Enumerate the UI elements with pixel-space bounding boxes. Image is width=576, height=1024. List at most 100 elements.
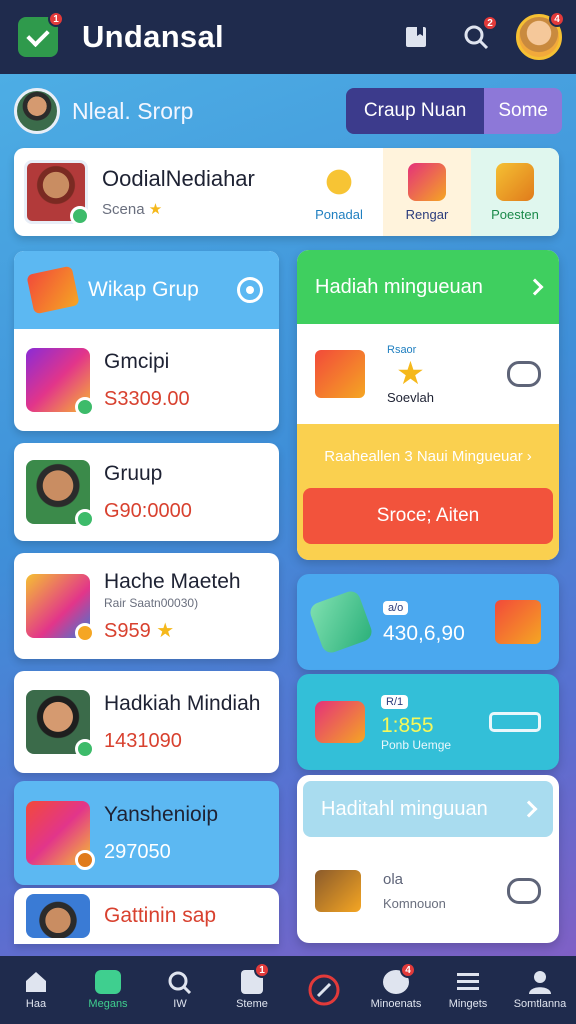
nav-iw-label: IW [173,998,187,1010]
item-thumbnail [26,801,95,870]
nav-megans-label: Megans [88,998,128,1010]
gift-box-icon [26,265,80,315]
left-group-title: Wikap Grup [88,278,199,301]
left-group-card[interactable]: Wikap Grup Gmcipi S3309.00 [14,251,279,431]
list-icon [457,973,479,990]
item-thumbnail [26,690,95,759]
item-title: Hadkiah Mindiah [104,691,261,715]
reward-label: Soevlah [387,389,434,405]
nav-compass[interactable] [288,956,360,1024]
weekly-reward-panel: Hadiah mingueuan Rsaor ★ Soevlah Raaheal… [297,250,559,560]
weekly-reward-panel-2: Haditahl minguuan ola Komnouon [297,775,559,943]
list-card[interactable]: Gattinin sap [14,888,279,944]
weekly-reward-header[interactable]: Hadiah mingueuan [297,250,559,324]
nav-minoenats[interactable]: 4 Minoenats [360,956,432,1024]
star-icon: ★ [148,201,163,218]
grid-icon [95,970,121,994]
weekly-reward-title-2: Haditahl minguuan [321,797,488,820]
item-value: G90:0000 [104,499,192,522]
nav-home[interactable]: Haa [0,956,72,1024]
nav-somtlanna-label: Somtlanna [513,998,567,1010]
avatar-badge: 4 [549,11,565,27]
segment-control: Craup Nuan Some [345,88,562,134]
item-title: Gruup [104,461,163,485]
reward-row[interactable]: Rsaor ★ Soevlah [297,324,559,424]
rengar-button[interactable]: Rengar [383,148,471,236]
star-icon: ★ [156,619,175,642]
options-circle-icon[interactable] [237,277,263,303]
nav-mingets[interactable]: Mingets [432,956,504,1024]
list-card[interactable]: Hadkiah Mindiah 1431090 [14,671,279,773]
nav-steme-badge: 1 [254,962,270,978]
featured-card[interactable]: OodialNediahar Scena ★ Ponadal Rengar Po… [14,148,559,236]
list-card-highlighted[interactable]: Yanshenioip 297050 [14,781,279,885]
home-icon [26,972,46,992]
reward-label-2: Komnouon [383,896,446,911]
gift-icon [495,600,541,644]
sun-icon [320,162,358,201]
balance-card-blue[interactable]: a/o 430,6,90 [297,574,559,670]
reward-small-label: Rsaor [387,343,417,356]
weekly-strip-text: Raaheallen 3 Naui Mingueuar [324,447,523,465]
bottom-nav: Haa Megans IW 1 Steme 4 Minoenats Minget… [0,956,576,1024]
list-item[interactable]: Yanshenioip 297050 [14,781,279,885]
balance-card-teal[interactable]: R/1 1:855 Ponb Uemge [297,674,559,770]
list-item[interactable]: Gruup G90:0000 [14,443,279,541]
search-icon [168,971,192,994]
reward-small-label-2: ola [383,871,404,888]
star-icon: ★ [396,354,425,391]
segment-secondary-button[interactable]: Some [484,88,562,134]
profile-avatar[interactable] [14,88,60,134]
chat-bubble-icon[interactable] [507,878,541,904]
list-card[interactable]: Gruup G90:0000 [14,443,279,541]
item-title: Gmcipi [104,349,170,373]
list-item[interactable]: Hadkiah Mindiah 1431090 [14,671,279,773]
segment-primary-button[interactable]: Craup Nuan [345,88,485,134]
item-thumbnail [26,574,95,643]
item-value: S959 [104,619,151,642]
online-dot-icon [75,509,95,529]
search-icon[interactable]: 2 [456,15,498,57]
item-thumbnail [26,894,90,938]
app-logo-icon[interactable]: 1 [18,11,64,57]
item-value: 1431090 [104,729,182,752]
nav-minoenats-label: Minoenats [370,998,422,1010]
item-thumbnail [26,460,95,529]
nav-iw[interactable]: IW [144,956,216,1024]
profile-row: Nleal. Srorp Craup Nuan Some [14,86,562,136]
featured-sub: Scena [102,201,145,218]
nav-somtlanna[interactable]: Somtlanna [504,956,576,1024]
list-item[interactable]: Gattinin sap [14,888,279,944]
coin-icon [496,162,534,201]
poesten-label: Poesten [491,206,539,222]
chevron-right-icon [526,278,544,296]
item-title: Hache Maeteh [104,569,241,593]
list-item[interactable]: Gmcipi S3309.00 [14,329,279,431]
profile-icon [529,971,551,994]
user-avatar[interactable]: 4 [516,11,565,60]
weekly-reward-header-2[interactable]: Haditahl minguuan [303,781,553,837]
nav-steme-label: Steme [236,998,268,1010]
list-item[interactable]: Hache Maeteh Rair Saatn00030) S959 ★ [14,553,279,659]
online-dot-icon [75,739,95,759]
list-card[interactable]: Hache Maeteh Rair Saatn00030) S959 ★ [14,553,279,659]
nav-home-label: Haa [25,998,47,1010]
weekly-strip[interactable]: Raaheallen 3 Naui Mingueuar › [297,424,559,488]
card-icon [489,712,541,732]
bookmark-icon[interactable] [396,17,436,57]
chat-bubble-icon[interactable] [507,361,541,387]
ponadal-button[interactable]: Ponadal [295,148,383,236]
featured-name: OodialNediahar [102,166,255,191]
envelope-icon [315,870,361,912]
claim-button[interactable]: Sroce; Aiten [303,488,553,544]
compass-icon [308,974,340,1006]
item-subtitle: Rair Saatn00030) [104,595,199,610]
item-thumbnail [26,348,95,417]
left-group-header[interactable]: Wikap Grup [14,251,279,329]
poesten-button[interactable]: Poesten [471,148,559,236]
chevron-right-icon: › [526,447,532,465]
reward-row-2[interactable]: ola Komnouon [297,843,559,939]
featured-avatar [24,160,90,226]
nav-megans[interactable]: Megans [72,956,144,1024]
nav-steme[interactable]: 1 Steme [216,956,288,1024]
